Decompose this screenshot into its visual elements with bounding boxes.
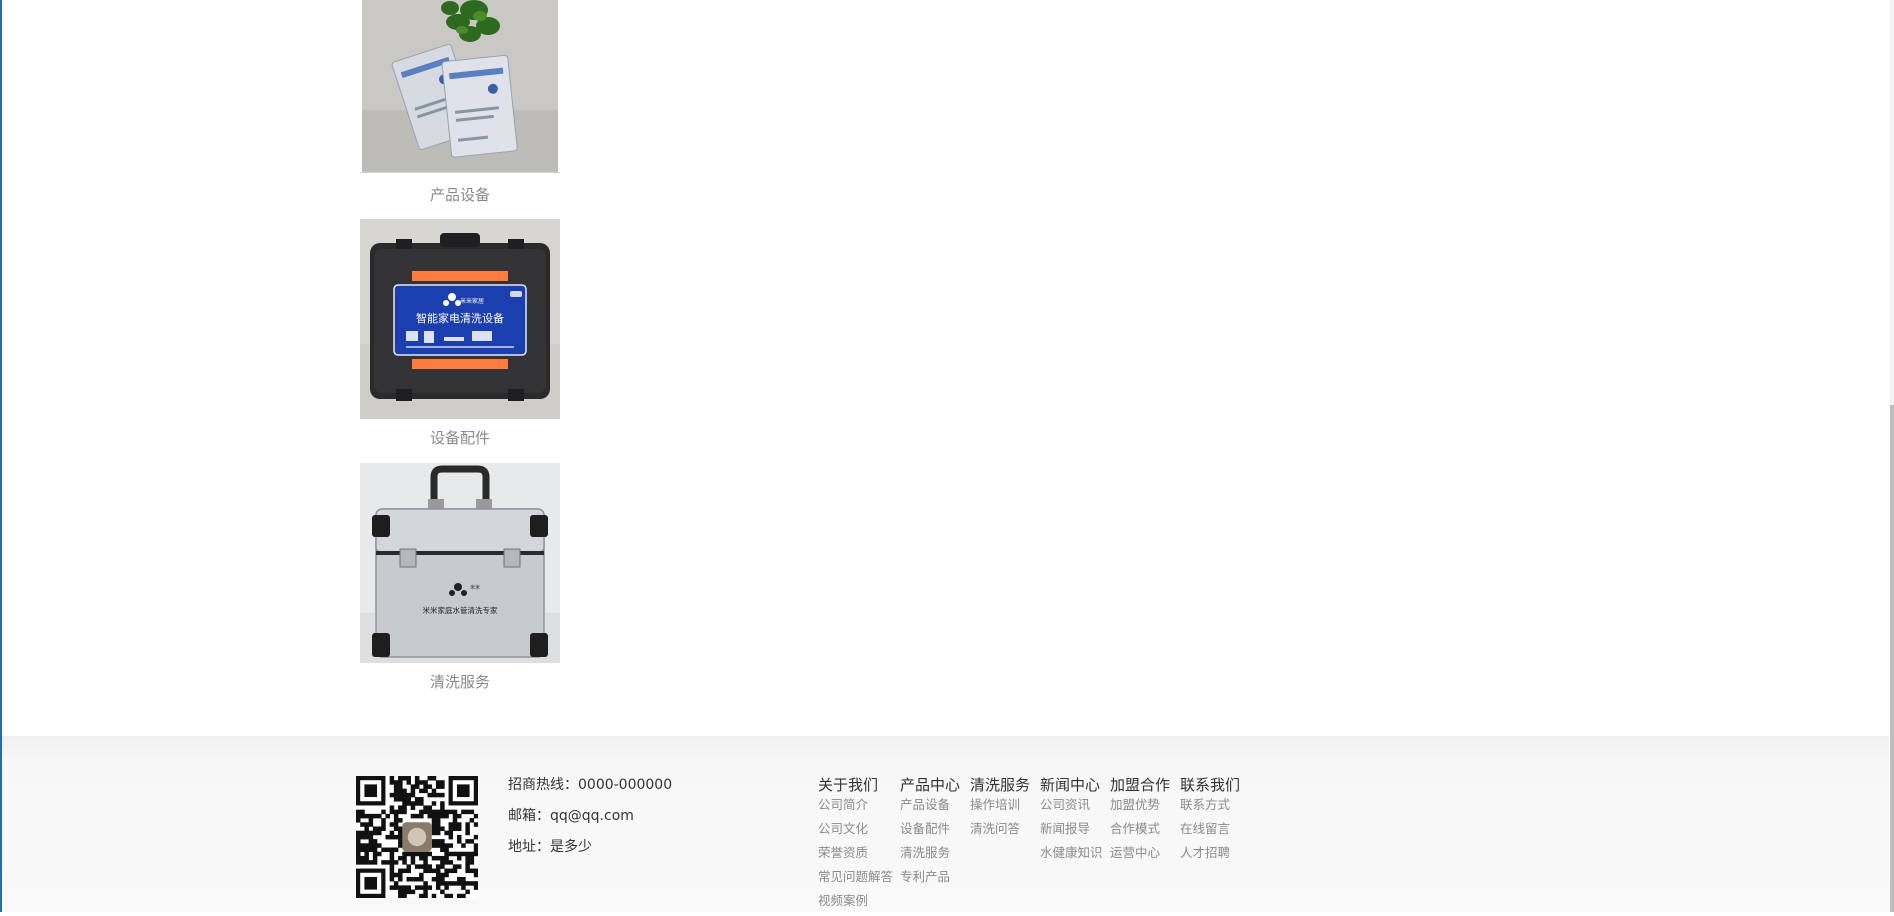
svg-text:智能家电清洗设备: 智能家电清洗设备: [416, 311, 504, 325]
footer-link[interactable]: 产品设备: [900, 796, 970, 820]
footer-link[interactable]: 联系方式: [1180, 796, 1250, 820]
footer-link[interactable]: 清洗服务: [900, 844, 970, 868]
hotline-row: 招商热线：0000-000000: [508, 776, 672, 807]
footer-link[interactable]: 常见问题解答: [818, 868, 900, 892]
email-label: 邮箱：: [508, 808, 550, 824]
address-row: 地址：是多少: [508, 838, 672, 869]
svg-text:米米家庭水管清洗专家: 米米家庭水管清洗专家: [423, 605, 498, 615]
svg-text:米米家居: 米米家居: [460, 297, 484, 305]
product-image-accessories[interactable]: 米米家居 智能家电清洗设备: [360, 219, 560, 419]
footer-link[interactable]: 运营中心: [1110, 844, 1180, 868]
footer-link[interactable]: 水健康知识: [1040, 844, 1110, 868]
footer-link[interactable]: 设备配件: [900, 820, 970, 844]
address-value: 是多少: [550, 839, 592, 855]
footer-col-title[interactable]: 联系我们: [1180, 776, 1250, 796]
address-label: 地址：: [508, 839, 550, 855]
footer-link[interactable]: 公司简介: [818, 796, 900, 820]
footer-col-title[interactable]: 关于我们: [818, 776, 900, 796]
footer-col-about: 关于我们 公司简介 公司文化 荣誉资质 常见问题解答 视频案例: [818, 776, 900, 916]
footer-link[interactable]: 荣誉资质: [818, 844, 900, 868]
product-item-equipment[interactable]: 产品设备: [360, 0, 560, 204]
footer-link[interactable]: 操作培训: [970, 796, 1040, 820]
product-item-accessories[interactable]: 米米家居 智能家电清洗设备 设备配件: [360, 219, 560, 447]
svg-text:米米: 米米: [470, 584, 480, 591]
product-caption[interactable]: 设备配件: [360, 427, 560, 448]
footer-link[interactable]: 公司文化: [818, 820, 900, 844]
product-caption[interactable]: 清洗服务: [360, 671, 560, 692]
footer-link[interactable]: 在线留言: [1180, 820, 1250, 844]
footer-link[interactable]: 视频案例: [818, 892, 900, 916]
footer-col-title[interactable]: 新闻中心: [1040, 776, 1110, 796]
footer-col-contact: 联系我们 联系方式 在线留言 人才招聘: [1180, 776, 1250, 916]
product-image-equipment[interactable]: [362, 0, 558, 173]
footer-link[interactable]: 公司资讯: [1040, 796, 1110, 820]
qr-code-image: [356, 776, 479, 899]
footer-col-cleaning: 清洗服务 操作培训 清洗问答: [970, 776, 1040, 916]
scrollbar-thumb[interactable]: [1890, 405, 1894, 912]
hotline-label: 招商热线：: [508, 777, 578, 793]
footer-link[interactable]: 专利产品: [900, 868, 970, 892]
hotline-number: 0000-000000: [578, 777, 673, 793]
footer-link[interactable]: 人才招聘: [1180, 844, 1250, 868]
product-item-cleaning-service[interactable]: 米米 米米家庭水管清洗专家 清洗服务: [360, 463, 560, 691]
footer-col-title[interactable]: 加盟合作: [1110, 776, 1180, 796]
footer-col-news: 新闻中心 公司资讯 新闻报导 水健康知识: [1040, 776, 1110, 916]
email-address: qq@qq.com: [550, 808, 634, 824]
product-caption[interactable]: 产品设备: [360, 184, 560, 205]
email-row: 邮箱：qq@qq.com: [508, 807, 672, 838]
footer-link[interactable]: 合作模式: [1110, 820, 1180, 844]
footer-col-products: 产品中心 产品设备 设备配件 清洗服务 专利产品: [900, 776, 970, 916]
footer-nav: 关于我们 公司简介 公司文化 荣誉资质 常见问题解答 视频案例 产品中心 产品设…: [818, 776, 1250, 916]
footer-col-title[interactable]: 产品中心: [900, 776, 970, 796]
site-footer: 招商热线：0000-000000 邮箱：qq@qq.com 地址：是多少 关于我…: [2, 736, 1889, 912]
footer-link[interactable]: 清洗问答: [970, 820, 1040, 844]
footer-col-franchise: 加盟合作 加盟优势 合作模式 运营中心: [1110, 776, 1180, 916]
product-image-cleaning-service[interactable]: 米米 米米家庭水管清洗专家: [360, 463, 560, 663]
footer-link[interactable]: 新闻报导: [1040, 820, 1110, 844]
footer-col-title[interactable]: 清洗服务: [970, 776, 1040, 796]
contact-info: 招商热线：0000-000000 邮箱：qq@qq.com 地址：是多少: [508, 776, 672, 869]
footer-link[interactable]: 加盟优势: [1110, 796, 1180, 820]
